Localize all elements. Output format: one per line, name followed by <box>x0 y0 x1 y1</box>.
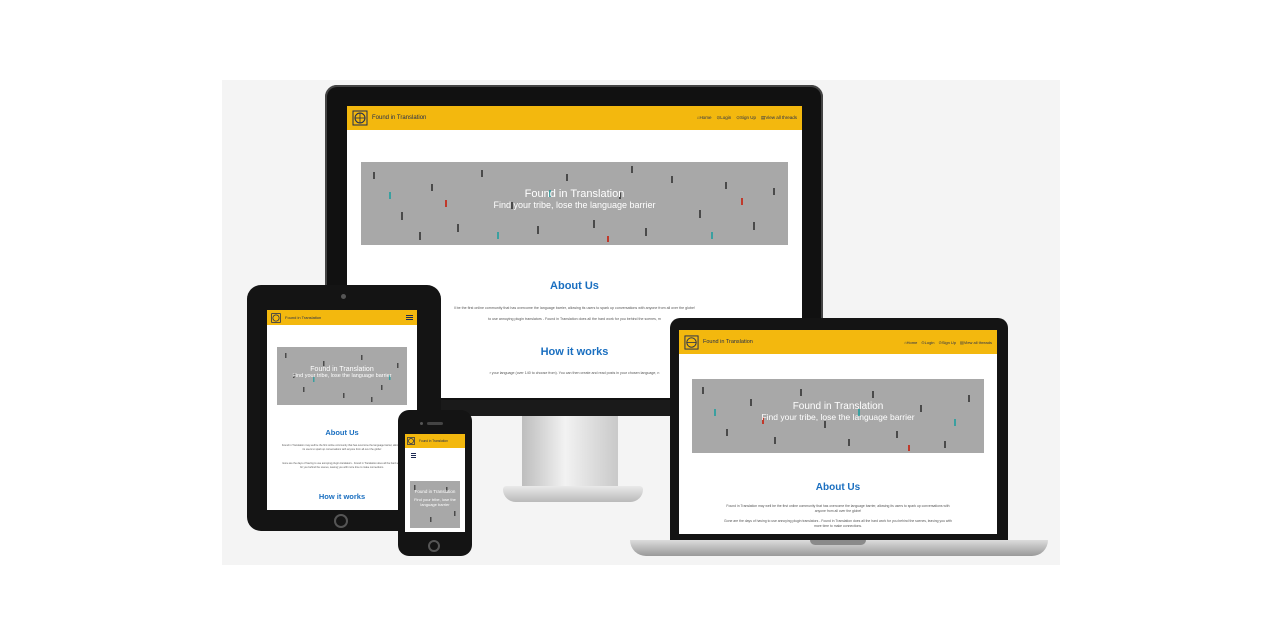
nav-login[interactable]: ⊙Login <box>921 340 934 345</box>
laptop-notch <box>810 540 866 545</box>
nav-signup[interactable]: ⊙Sign Up <box>736 115 756 121</box>
laptop-hero-banner: Found in Translation Find your tribe, lo… <box>692 379 984 453</box>
phone-brand[interactable]: Found in Translation <box>407 437 448 445</box>
laptop-about-p2-line1: Gone are the days of having to use annoy… <box>724 519 952 523</box>
phone-hero-banner: Found in Translation Find your tribe, lo… <box>410 481 460 528</box>
brand-link[interactable]: Found in Translation <box>352 110 426 126</box>
globe-logo-icon <box>684 334 699 350</box>
phone-speaker <box>427 422 443 425</box>
tablet-how-title: How it works <box>318 492 366 501</box>
tablet-navbar: Found in Translation <box>267 310 417 325</box>
laptop-nav-links: ⌂Home ⊙Login ⊙Sign Up ▤View all threads <box>904 340 992 345</box>
hero-subtitle: Find your tribe, lose the language barri… <box>493 200 656 210</box>
hamburger-menu-icon[interactable] <box>411 452 416 459</box>
laptop-about-p2-line2: more time to make connections. <box>813 524 863 528</box>
nav-home[interactable]: ⌂Home <box>904 340 917 345</box>
tablet-screen: Found in Translation Found in Translatio… <box>267 310 417 510</box>
tablet-hero-text: Found in Translation Find your tribe, lo… <box>292 366 392 379</box>
globe-logo-icon <box>407 437 415 445</box>
globe-logo-icon <box>352 110 368 126</box>
laptop-about-title: About Us <box>815 482 861 493</box>
hero-title: Found in Translation <box>524 188 625 200</box>
phone-camera <box>420 422 423 425</box>
monitor-navbar: Found in Translation ⌂Home ⊙Login ⊙Sign … <box>347 106 802 130</box>
laptop-hero-text: Found in Translation Find your tribe, lo… <box>761 401 915 422</box>
phone-home-button <box>428 540 440 552</box>
tablet-about-paragraph-1: Found in Translation may well be the fir… <box>281 444 403 451</box>
laptop-screen: Found in Translation ⌂Home ⊙Login ⊙Sign … <box>679 330 997 534</box>
laptop-brand[interactable]: Found in Translation <box>684 334 753 350</box>
nav-signup[interactable]: ⊙Sign Up <box>938 340 956 345</box>
nav-login[interactable]: ⊙Login <box>716 115 731 121</box>
tablet-brand[interactable]: Found in Translation <box>271 312 321 323</box>
nav-links: ⌂Home ⊙Login ⊙Sign Up ▤View all threads <box>697 115 797 121</box>
nav-home[interactable]: ⌂Home <box>697 115 712 121</box>
tablet-camera <box>341 294 346 299</box>
globe-logo-icon <box>271 312 281 323</box>
tablet-hero-banner: Found in Translation Find your tribe, lo… <box>277 347 407 405</box>
phone-hero-text: Found in Translation Find your tribe, lo… <box>414 489 456 507</box>
hero-banner: Found in Translation Find your tribe, lo… <box>361 162 788 245</box>
laptop-about-p1-line1: Found in Translation may well be the fir… <box>726 504 950 508</box>
phone-screen: Found in Translation Found in Translatio… <box>405 434 465 532</box>
phone-navbar: Found in Translation <box>405 434 465 448</box>
monitor-stand-base <box>503 486 643 502</box>
brand-name: Found in Translation <box>372 115 427 121</box>
tablet-home-button <box>334 514 348 528</box>
nav-threads[interactable]: ▤View all threads <box>960 340 992 345</box>
laptop-about-p1-line2: anyone from all over the globe! <box>814 509 862 513</box>
laptop-navbar: Found in Translation ⌂Home ⊙Login ⊙Sign … <box>679 330 997 354</box>
monitor-stand-neck <box>522 416 618 491</box>
nav-threads[interactable]: ▤View all threads <box>761 115 797 121</box>
hamburger-menu-icon[interactable] <box>406 314 413 321</box>
hero-text: Found in Translation Find your tribe, lo… <box>361 188 788 210</box>
tablet-about-title: About Us <box>325 428 359 437</box>
tablet-about-paragraph-2: Gone are the days of having to use annoy… <box>282 462 402 469</box>
